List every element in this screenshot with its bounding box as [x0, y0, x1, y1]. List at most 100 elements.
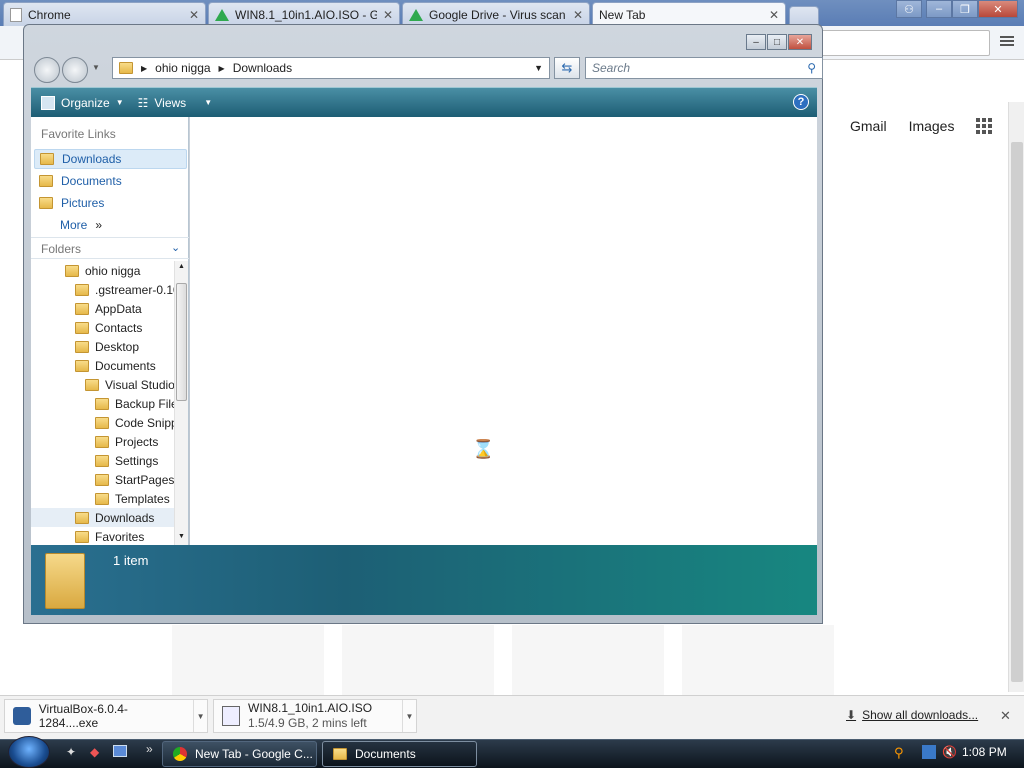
most-visited-tile[interactable] — [342, 625, 494, 695]
address-bar[interactable]: ▶ ohio nigga ▶ Downloads ▼ — [112, 57, 550, 79]
pictures-folder-icon — [39, 197, 53, 209]
forward-button[interactable] — [62, 57, 88, 83]
close-tab-icon[interactable]: ✕ — [573, 8, 583, 22]
tree-item-documents[interactable]: Documents — [31, 356, 175, 375]
explorer-close-button[interactable]: ✕ — [788, 34, 812, 50]
back-button[interactable] — [34, 57, 60, 83]
tree-item-startpages[interactable]: StartPages — [31, 470, 175, 489]
download-item-win81-iso[interactable]: WIN8.1_10in1.AIO.ISO 1.5/4.9 GB, 2 mins … — [213, 699, 417, 733]
close-button[interactable]: ✕ — [978, 0, 1018, 18]
tree-item-label: Backup Files — [115, 396, 175, 411]
tab-win81-iso[interactable]: WIN8.1_10in1.AIO.ISO - Go ✕ — [208, 2, 400, 26]
most-visited-tile[interactable] — [682, 625, 834, 695]
taskbar-button-documents[interactable]: Documents — [322, 741, 477, 767]
new-tab-button[interactable] — [789, 6, 819, 26]
page-scrollbar[interactable] — [1008, 102, 1024, 692]
tree-item-ohio-nigga[interactable]: ohio nigga — [31, 261, 175, 280]
omnibox[interactable] — [820, 30, 990, 56]
show-desktop-icon[interactable] — [113, 745, 127, 757]
tree-item-contacts[interactable]: Contacts — [31, 318, 175, 337]
taskbar-button-chrome[interactable]: New Tab - Google C... — [162, 741, 317, 767]
tree-item-visual-studio[interactable]: Visual Studio — [31, 375, 175, 394]
tree-item-appdata[interactable]: AppData — [31, 299, 175, 318]
download-progress-text: 1.5/4.9 GB, 2 mins left — [248, 716, 367, 730]
close-tab-icon[interactable]: ✕ — [383, 8, 393, 22]
tree-item-favorites[interactable]: Favorites — [31, 527, 175, 545]
breadcrumb-chevron-icon[interactable]: ▶ — [141, 64, 147, 73]
favorite-pictures[interactable]: Pictures — [34, 193, 187, 213]
tree-item-gstreamer-0-10[interactable]: .gstreamer-0.10 — [31, 280, 175, 299]
network-tray-icon[interactable] — [922, 745, 936, 759]
tab-new-tab[interactable]: New Tab ✕ — [592, 2, 786, 26]
breadcrumb-chevron-icon[interactable]: ▶ — [219, 64, 225, 73]
chrome-menu-icon[interactable] — [1000, 34, 1014, 48]
tab-label: Chrome — [28, 7, 71, 22]
tree-item-settings[interactable]: Settings — [31, 451, 175, 470]
address-dropdown-icon[interactable]: ▼ — [534, 63, 543, 73]
search-icon[interactable]: ⚲ — [807, 61, 816, 75]
download-item-virtualbox[interactable]: VirtualBox-6.0.4-1284....exe ▼ — [4, 699, 208, 733]
folder-icon — [65, 264, 79, 277]
scroll-down-arrow[interactable]: ▼ — [178, 533, 185, 540]
help-icon[interactable]: ? — [793, 94, 809, 110]
explorer-minimize-button[interactable]: – — [746, 34, 766, 50]
refresh-icon[interactable]: ⇆ — [554, 57, 580, 79]
tab-google-drive-virus-scan[interactable]: Google Drive - Virus scan w ✕ — [402, 2, 590, 26]
tree-item-downloads[interactable]: Downloads — [31, 508, 175, 527]
volume-muted-icon[interactable]: 🔇 — [942, 745, 957, 759]
large-folder-icon — [45, 553, 85, 609]
apps-grid-icon[interactable] — [976, 118, 993, 134]
clock[interactable]: 1:08 PM — [962, 745, 1007, 759]
close-tab-icon[interactable]: ✕ — [189, 8, 199, 22]
folder-icon — [75, 302, 89, 315]
most-visited-tile[interactable] — [512, 625, 664, 695]
tree-item-backup-files[interactable]: Backup Files — [31, 394, 175, 413]
chrome-icon — [173, 747, 187, 761]
download-options-chevron-icon[interactable]: ▼ — [402, 700, 416, 732]
breadcrumb-user[interactable]: ohio nigga — [155, 61, 210, 75]
gmail-link[interactable]: Gmail — [850, 118, 887, 134]
quick-launch-overflow-icon[interactable]: » — [146, 742, 153, 756]
iso-file-icon — [222, 706, 240, 726]
tree-item-projects[interactable]: Projects — [31, 432, 175, 451]
quick-launch-icon[interactable]: ✦ — [66, 745, 76, 759]
most-visited-tile[interactable] — [172, 625, 324, 695]
explorer-maximize-button[interactable]: □ — [767, 34, 787, 50]
show-all-label: Show all downloads... — [862, 708, 979, 722]
views-button[interactable]: ☷ Views ▼ — [138, 96, 212, 110]
restore-button[interactable]: ❐ — [952, 0, 978, 18]
folder-icon — [75, 530, 89, 543]
close-downloads-bar-icon[interactable]: ✕ — [1000, 708, 1011, 724]
favorite-downloads[interactable]: Downloads — [34, 149, 187, 169]
user-icon[interactable]: ⚇ — [896, 0, 922, 18]
tab-chrome[interactable]: Chrome ✕ — [3, 2, 206, 26]
file-list-area[interactable]: ⌛ — [190, 117, 817, 545]
organize-button[interactable]: Organize ▼ — [41, 95, 124, 110]
minimize-button[interactable]: – — [926, 0, 952, 18]
scroll-thumb[interactable] — [176, 283, 187, 401]
favorite-documents[interactable]: Documents — [34, 171, 187, 191]
folder-tree-scrollbar[interactable]: ▲ ▼ — [174, 261, 188, 545]
favorites-more-link[interactable]: More » — [34, 215, 187, 235]
folder-icon — [75, 321, 89, 334]
search-input[interactable]: Search ⚲ — [585, 57, 823, 79]
search-tray-icon[interactable]: ⚲ — [894, 745, 908, 760]
quick-launch-icon[interactable]: ◆ — [90, 745, 99, 759]
collapse-chevron-icon[interactable]: ⌄ — [171, 241, 180, 254]
search-placeholder: Search — [592, 61, 631, 75]
scroll-up-arrow[interactable]: ▲ — [178, 263, 185, 270]
tree-item-code-snippets[interactable]: Code Snippets — [31, 413, 175, 432]
tree-item-templates[interactable]: Templates — [31, 489, 175, 508]
download-filename: WIN8.1_10in1.AIO.ISO — [248, 701, 373, 715]
recent-pages-dropdown[interactable]: ▼ — [92, 63, 100, 72]
download-options-chevron-icon[interactable]: ▼ — [193, 700, 207, 732]
folder-icon — [333, 748, 347, 760]
google-drive-icon — [409, 8, 423, 21]
show-all-downloads-link[interactable]: ⬇ Show all downloads... — [846, 708, 978, 722]
breadcrumb-downloads[interactable]: Downloads — [233, 61, 292, 75]
start-orb[interactable] — [8, 736, 50, 768]
tree-item-desktop[interactable]: Desktop — [31, 337, 175, 356]
images-link[interactable]: Images — [909, 118, 955, 134]
close-tab-icon[interactable]: ✕ — [769, 8, 779, 22]
folders-header-bar[interactable]: Folders ⌄ — [31, 237, 189, 259]
